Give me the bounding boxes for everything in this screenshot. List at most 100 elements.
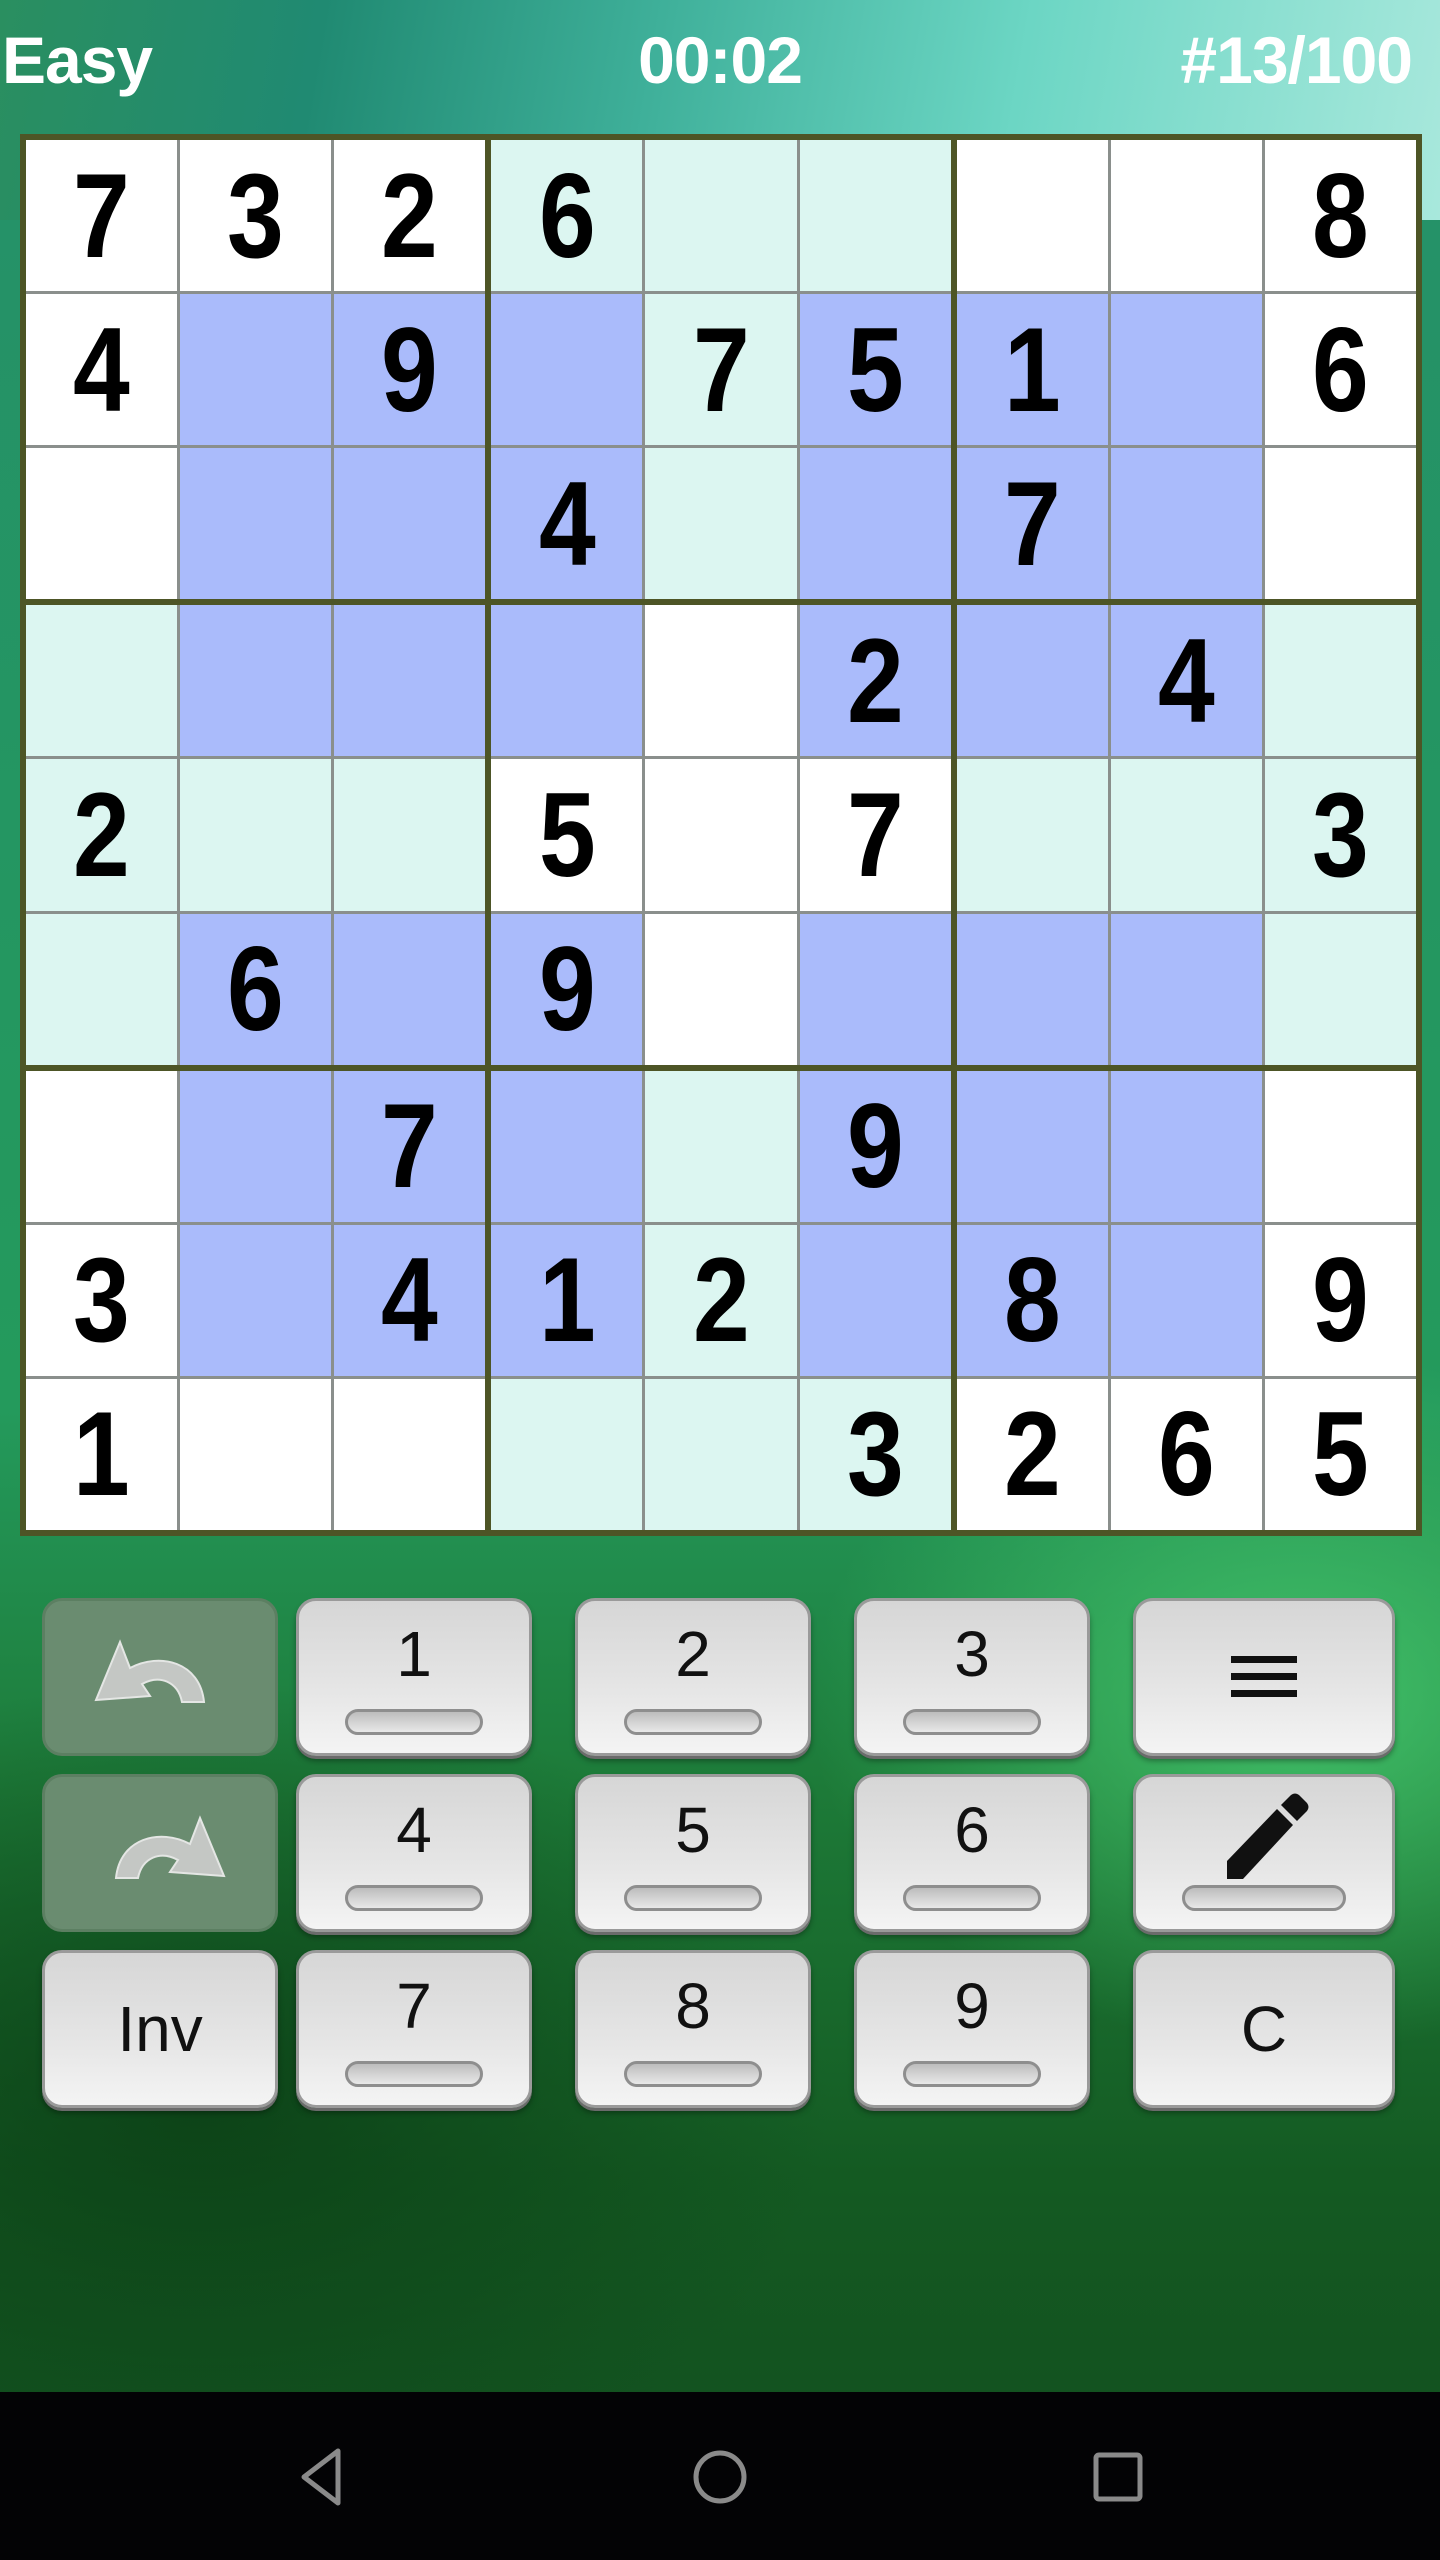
- invert-button[interactable]: Inv: [42, 1950, 278, 2108]
- sudoku-cell[interactable]: 4: [334, 1224, 486, 1376]
- digit-button-5[interactable]: 5: [575, 1774, 811, 1932]
- sudoku-cell[interactable]: [180, 1378, 332, 1530]
- digit-button-8[interactable]: 8: [575, 1950, 811, 2108]
- sudoku-cell[interactable]: [645, 1070, 797, 1222]
- sudoku-cell[interactable]: [491, 294, 643, 446]
- pencil-mode-button[interactable]: [1133, 1774, 1395, 1932]
- digit-button-1[interactable]: 1: [296, 1598, 532, 1756]
- sudoku-cell[interactable]: [491, 1378, 643, 1530]
- sudoku-cell[interactable]: [334, 913, 486, 1065]
- sudoku-cell[interactable]: 9: [1264, 1224, 1416, 1376]
- sudoku-cell[interactable]: 4: [1110, 605, 1262, 757]
- digit-button-3[interactable]: 3: [854, 1598, 1090, 1756]
- sudoku-cell[interactable]: [799, 140, 951, 292]
- nav-back-button[interactable]: [276, 2432, 366, 2522]
- sudoku-cell[interactable]: 7: [26, 140, 178, 292]
- sudoku-cell[interactable]: [799, 448, 951, 600]
- digit-button-9[interactable]: 9: [854, 1950, 1090, 2108]
- sudoku-cell[interactable]: [1110, 140, 1262, 292]
- sudoku-cell[interactable]: 8: [1264, 140, 1416, 292]
- redo-button[interactable]: [42, 1774, 278, 1932]
- sudoku-cell[interactable]: 6: [1110, 1378, 1262, 1530]
- sudoku-cell[interactable]: 3: [799, 1378, 951, 1530]
- sudoku-cell[interactable]: 3: [1264, 759, 1416, 911]
- sudoku-cell[interactable]: [956, 913, 1108, 1065]
- sudoku-cell[interactable]: 1: [491, 1224, 643, 1376]
- undo-button[interactable]: [42, 1598, 278, 1756]
- sudoku-cell[interactable]: [180, 1070, 332, 1222]
- sudoku-cell[interactable]: [1264, 913, 1416, 1065]
- sudoku-cell[interactable]: 6: [180, 913, 332, 1065]
- sudoku-cell[interactable]: [1110, 448, 1262, 600]
- digit-button-2[interactable]: 2: [575, 1598, 811, 1756]
- sudoku-cell[interactable]: [1110, 759, 1262, 911]
- sudoku-cell[interactable]: [956, 759, 1108, 911]
- sudoku-cell[interactable]: [1110, 913, 1262, 1065]
- sudoku-cell[interactable]: [180, 1224, 332, 1376]
- sudoku-cell[interactable]: 7: [645, 294, 797, 446]
- sudoku-cell[interactable]: 1: [956, 294, 1108, 446]
- sudoku-cell[interactable]: 7: [956, 448, 1108, 600]
- sudoku-cell[interactable]: [26, 605, 178, 757]
- sudoku-cell[interactable]: [26, 913, 178, 1065]
- sudoku-cell[interactable]: 9: [799, 1070, 951, 1222]
- sudoku-cell[interactable]: [645, 759, 797, 911]
- sudoku-cell[interactable]: 3: [26, 1224, 178, 1376]
- sudoku-cell[interactable]: [334, 448, 486, 600]
- sudoku-cell[interactable]: [645, 1378, 797, 1530]
- sudoku-cell[interactable]: [26, 1070, 178, 1222]
- sudoku-cell[interactable]: [491, 1070, 643, 1222]
- sudoku-cell[interactable]: 3: [180, 140, 332, 292]
- sudoku-cell[interactable]: [645, 140, 797, 292]
- sudoku-cell[interactable]: 4: [26, 294, 178, 446]
- sudoku-cell[interactable]: [334, 605, 486, 757]
- sudoku-cell[interactable]: 9: [491, 913, 643, 1065]
- digit-button-4[interactable]: 4: [296, 1774, 532, 1932]
- sudoku-cell[interactable]: [1264, 1070, 1416, 1222]
- sudoku-cell[interactable]: 2: [26, 759, 178, 911]
- sudoku-cell[interactable]: [645, 448, 797, 600]
- sudoku-cell[interactable]: 5: [1264, 1378, 1416, 1530]
- sudoku-cell[interactable]: 2: [334, 140, 486, 292]
- sudoku-cell[interactable]: 9: [334, 294, 486, 446]
- sudoku-cell[interactable]: 8: [956, 1224, 1108, 1376]
- sudoku-cell[interactable]: 5: [491, 759, 643, 911]
- sudoku-cell[interactable]: [180, 448, 332, 600]
- sudoku-cell[interactable]: [956, 140, 1108, 292]
- sudoku-cell[interactable]: 6: [1264, 294, 1416, 446]
- sudoku-cell[interactable]: 6: [491, 140, 643, 292]
- sudoku-cell[interactable]: [799, 913, 951, 1065]
- sudoku-cell[interactable]: [1110, 294, 1262, 446]
- nav-recents-button[interactable]: [1073, 2432, 1163, 2522]
- sudoku-cell[interactable]: [956, 605, 1108, 757]
- sudoku-cell[interactable]: [1110, 1070, 1262, 1222]
- sudoku-cell[interactable]: 4: [491, 448, 643, 600]
- digit-count-bar: [624, 1885, 762, 1911]
- sudoku-cell[interactable]: [180, 294, 332, 446]
- sudoku-cell[interactable]: [799, 1224, 951, 1376]
- sudoku-cell[interactable]: 2: [645, 1224, 797, 1376]
- sudoku-cell[interactable]: 7: [799, 759, 951, 911]
- sudoku-cell[interactable]: [334, 1378, 486, 1530]
- sudoku-cell[interactable]: 5: [799, 294, 951, 446]
- sudoku-cell[interactable]: [1264, 605, 1416, 757]
- menu-button[interactable]: [1133, 1598, 1395, 1756]
- digit-button-7[interactable]: 7: [296, 1950, 532, 2108]
- sudoku-cell[interactable]: [1264, 448, 1416, 600]
- sudoku-cell[interactable]: 2: [799, 605, 951, 757]
- sudoku-cell[interactable]: [180, 759, 332, 911]
- sudoku-cell[interactable]: 7: [334, 1070, 486, 1222]
- clear-button[interactable]: C: [1133, 1950, 1395, 2108]
- digit-button-6[interactable]: 6: [854, 1774, 1090, 1932]
- sudoku-cell[interactable]: [645, 913, 797, 1065]
- sudoku-cell[interactable]: [956, 1070, 1108, 1222]
- sudoku-cell[interactable]: [1110, 1224, 1262, 1376]
- sudoku-cell[interactable]: [334, 759, 486, 911]
- sudoku-cell[interactable]: 2: [956, 1378, 1108, 1530]
- sudoku-cell[interactable]: 1: [26, 1378, 178, 1530]
- sudoku-cell[interactable]: [26, 448, 178, 600]
- sudoku-cell[interactable]: [180, 605, 332, 757]
- sudoku-cell[interactable]: [645, 605, 797, 757]
- sudoku-cell[interactable]: [491, 605, 643, 757]
- nav-home-button[interactable]: [675, 2432, 765, 2522]
